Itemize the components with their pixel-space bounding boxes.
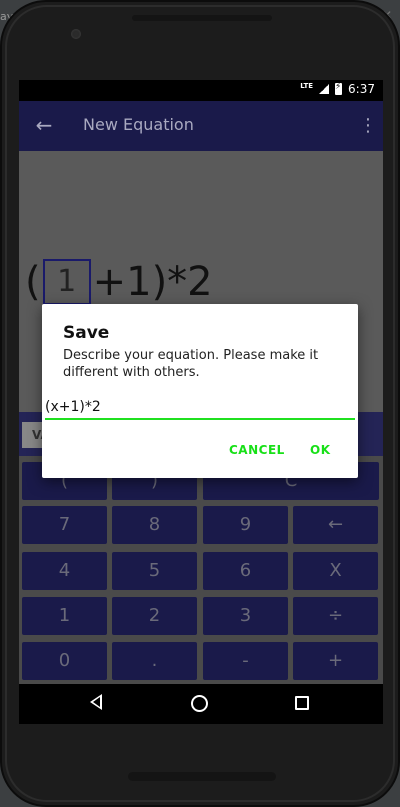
ok-button[interactable]: OK [310, 443, 331, 457]
status-icons: LTE 6:37 [300, 82, 375, 96]
nav-back-icon[interactable] [90, 694, 102, 710]
device-screen: LTE 6:37 ← New Equation ⋮ ( 1 +1)*2 VA (… [19, 80, 383, 724]
status-clock: 6:37 [348, 82, 375, 96]
battery-charging-icon [335, 82, 343, 95]
nav-home-icon[interactable] [191, 695, 208, 712]
front-camera [71, 29, 81, 39]
top-speaker [132, 15, 272, 21]
network-type: LTE [300, 82, 314, 90]
system-nav-bar [19, 684, 383, 724]
equation-name-input[interactable] [45, 396, 355, 420]
save-dialog: Save Describe your equation. Please make… [42, 304, 358, 478]
phone-frame: LTE 6:37 ← New Equation ⋮ ( 1 +1)*2 VA (… [0, 0, 400, 807]
signal-icon [319, 84, 330, 94]
dialog-message: Describe your equation. Please make it d… [63, 348, 319, 380]
cancel-button[interactable]: CANCEL [229, 443, 285, 457]
nav-recents-icon[interactable] [295, 696, 309, 710]
status-bar: LTE 6:37 [19, 80, 383, 101]
bottom-speaker [128, 772, 276, 781]
dialog-title: Save [63, 323, 110, 343]
